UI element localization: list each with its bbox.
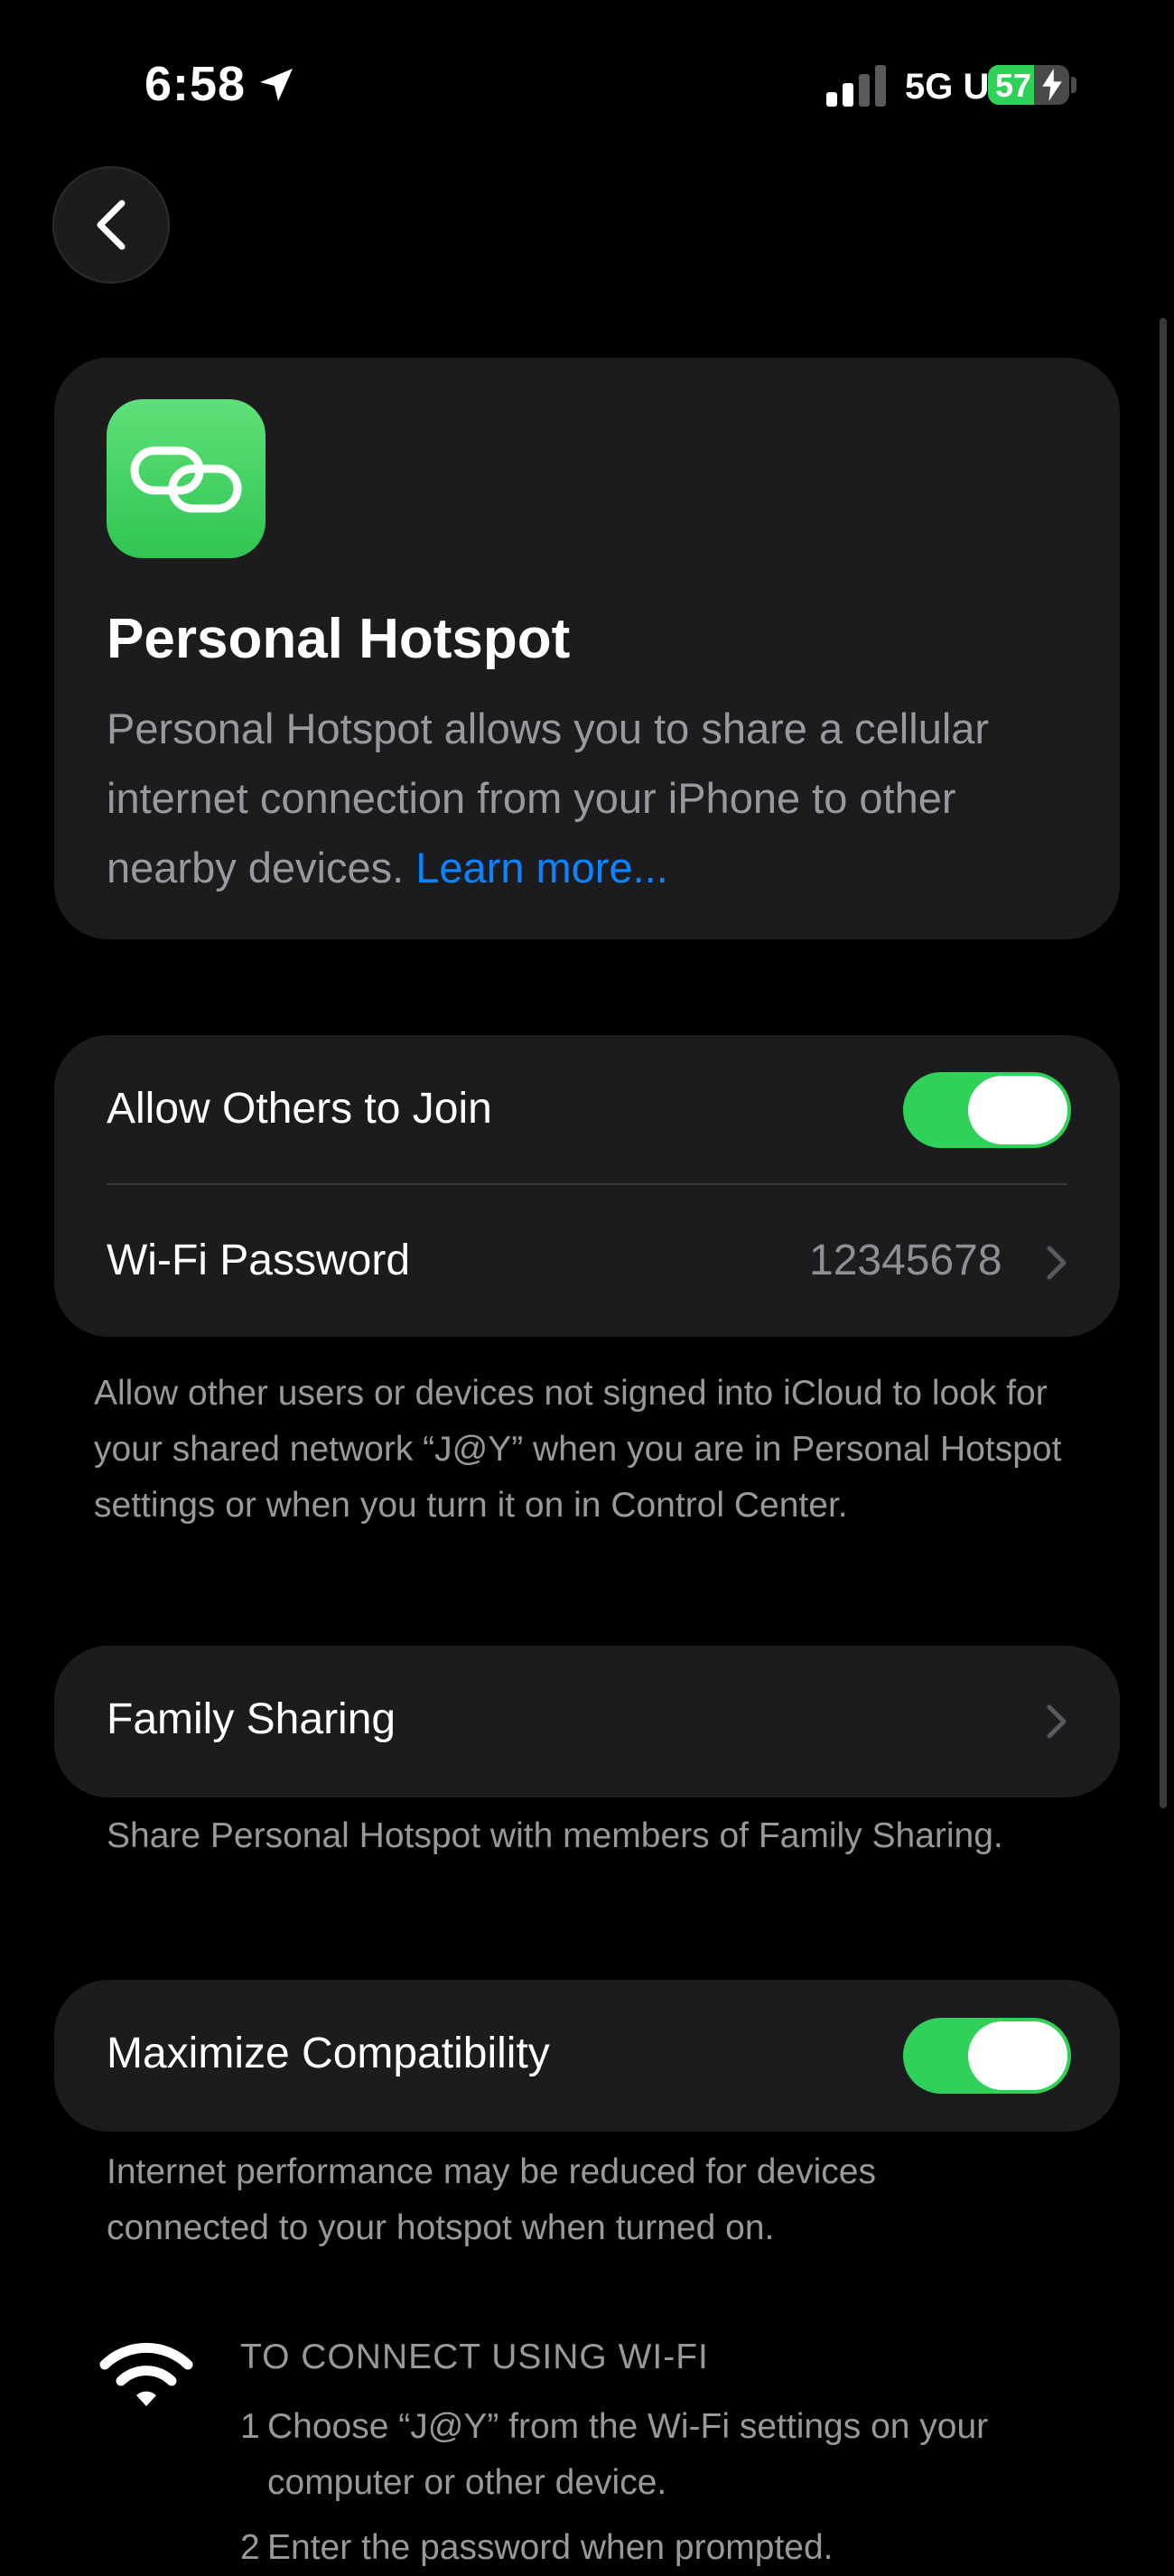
wifi-password-value: 12345678 bbox=[809, 1237, 1002, 1284]
cellular-signal-icon bbox=[826, 65, 886, 107]
maximize-compatibility-toggle[interactable] bbox=[903, 2018, 1071, 2094]
battery-indicator: 57 bbox=[988, 65, 1069, 105]
allow-others-label: Allow Others to Join bbox=[107, 1085, 492, 1133]
family-sharing-footnote: Share Personal Hotspot with members of F… bbox=[107, 1816, 1003, 1855]
back-button[interactable] bbox=[52, 166, 170, 284]
page-title: Personal Hotspot bbox=[107, 608, 571, 670]
scrollbar[interactable] bbox=[1160, 318, 1167, 1808]
status-time: 6:58 bbox=[144, 57, 247, 111]
toggle-knob bbox=[968, 1076, 1067, 1144]
toggle-knob bbox=[968, 2021, 1067, 2090]
allow-others-toggle[interactable] bbox=[903, 1072, 1071, 1148]
chevron-left-icon bbox=[97, 200, 126, 250]
wifi-icon bbox=[99, 2342, 193, 2406]
family-sharing-label: Family Sharing bbox=[107, 1695, 396, 1743]
step-1-number: 1 bbox=[240, 2407, 260, 2446]
hero-description: Personal Hotspot allows you to share a c… bbox=[107, 694, 1082, 902]
chevron-right-icon bbox=[1047, 1704, 1067, 1739]
battery-percent: 57 bbox=[995, 67, 1032, 104]
maximize-compatibility-label: Maximize Compatibility bbox=[107, 2030, 550, 2077]
location-arrow-icon bbox=[260, 69, 293, 101]
link-icon bbox=[107, 399, 266, 558]
learn-more-link[interactable]: Learn more... bbox=[415, 844, 668, 891]
step-1-line-2: computer or other device. bbox=[267, 2463, 667, 2502]
step-1-line-1: Choose “J@Y” from the Wi-Fi settings on … bbox=[267, 2407, 989, 2446]
step-2-text: Enter the password when prompted. bbox=[267, 2528, 834, 2567]
maximize-footnote: Internet performance may be reduced for … bbox=[107, 2152, 876, 2247]
connect-heading: TO CONNECT USING WI-FI bbox=[240, 2338, 709, 2376]
chevron-right-icon bbox=[1047, 1246, 1067, 1280]
step-2-number: 2 bbox=[240, 2528, 260, 2567]
charging-bolt-icon bbox=[1042, 69, 1062, 101]
battery-cap bbox=[1071, 77, 1076, 93]
wifi-password-label: Wi-Fi Password bbox=[107, 1237, 411, 1284]
allow-others-footnote: Allow other users or devices not signed … bbox=[94, 1374, 1062, 1525]
